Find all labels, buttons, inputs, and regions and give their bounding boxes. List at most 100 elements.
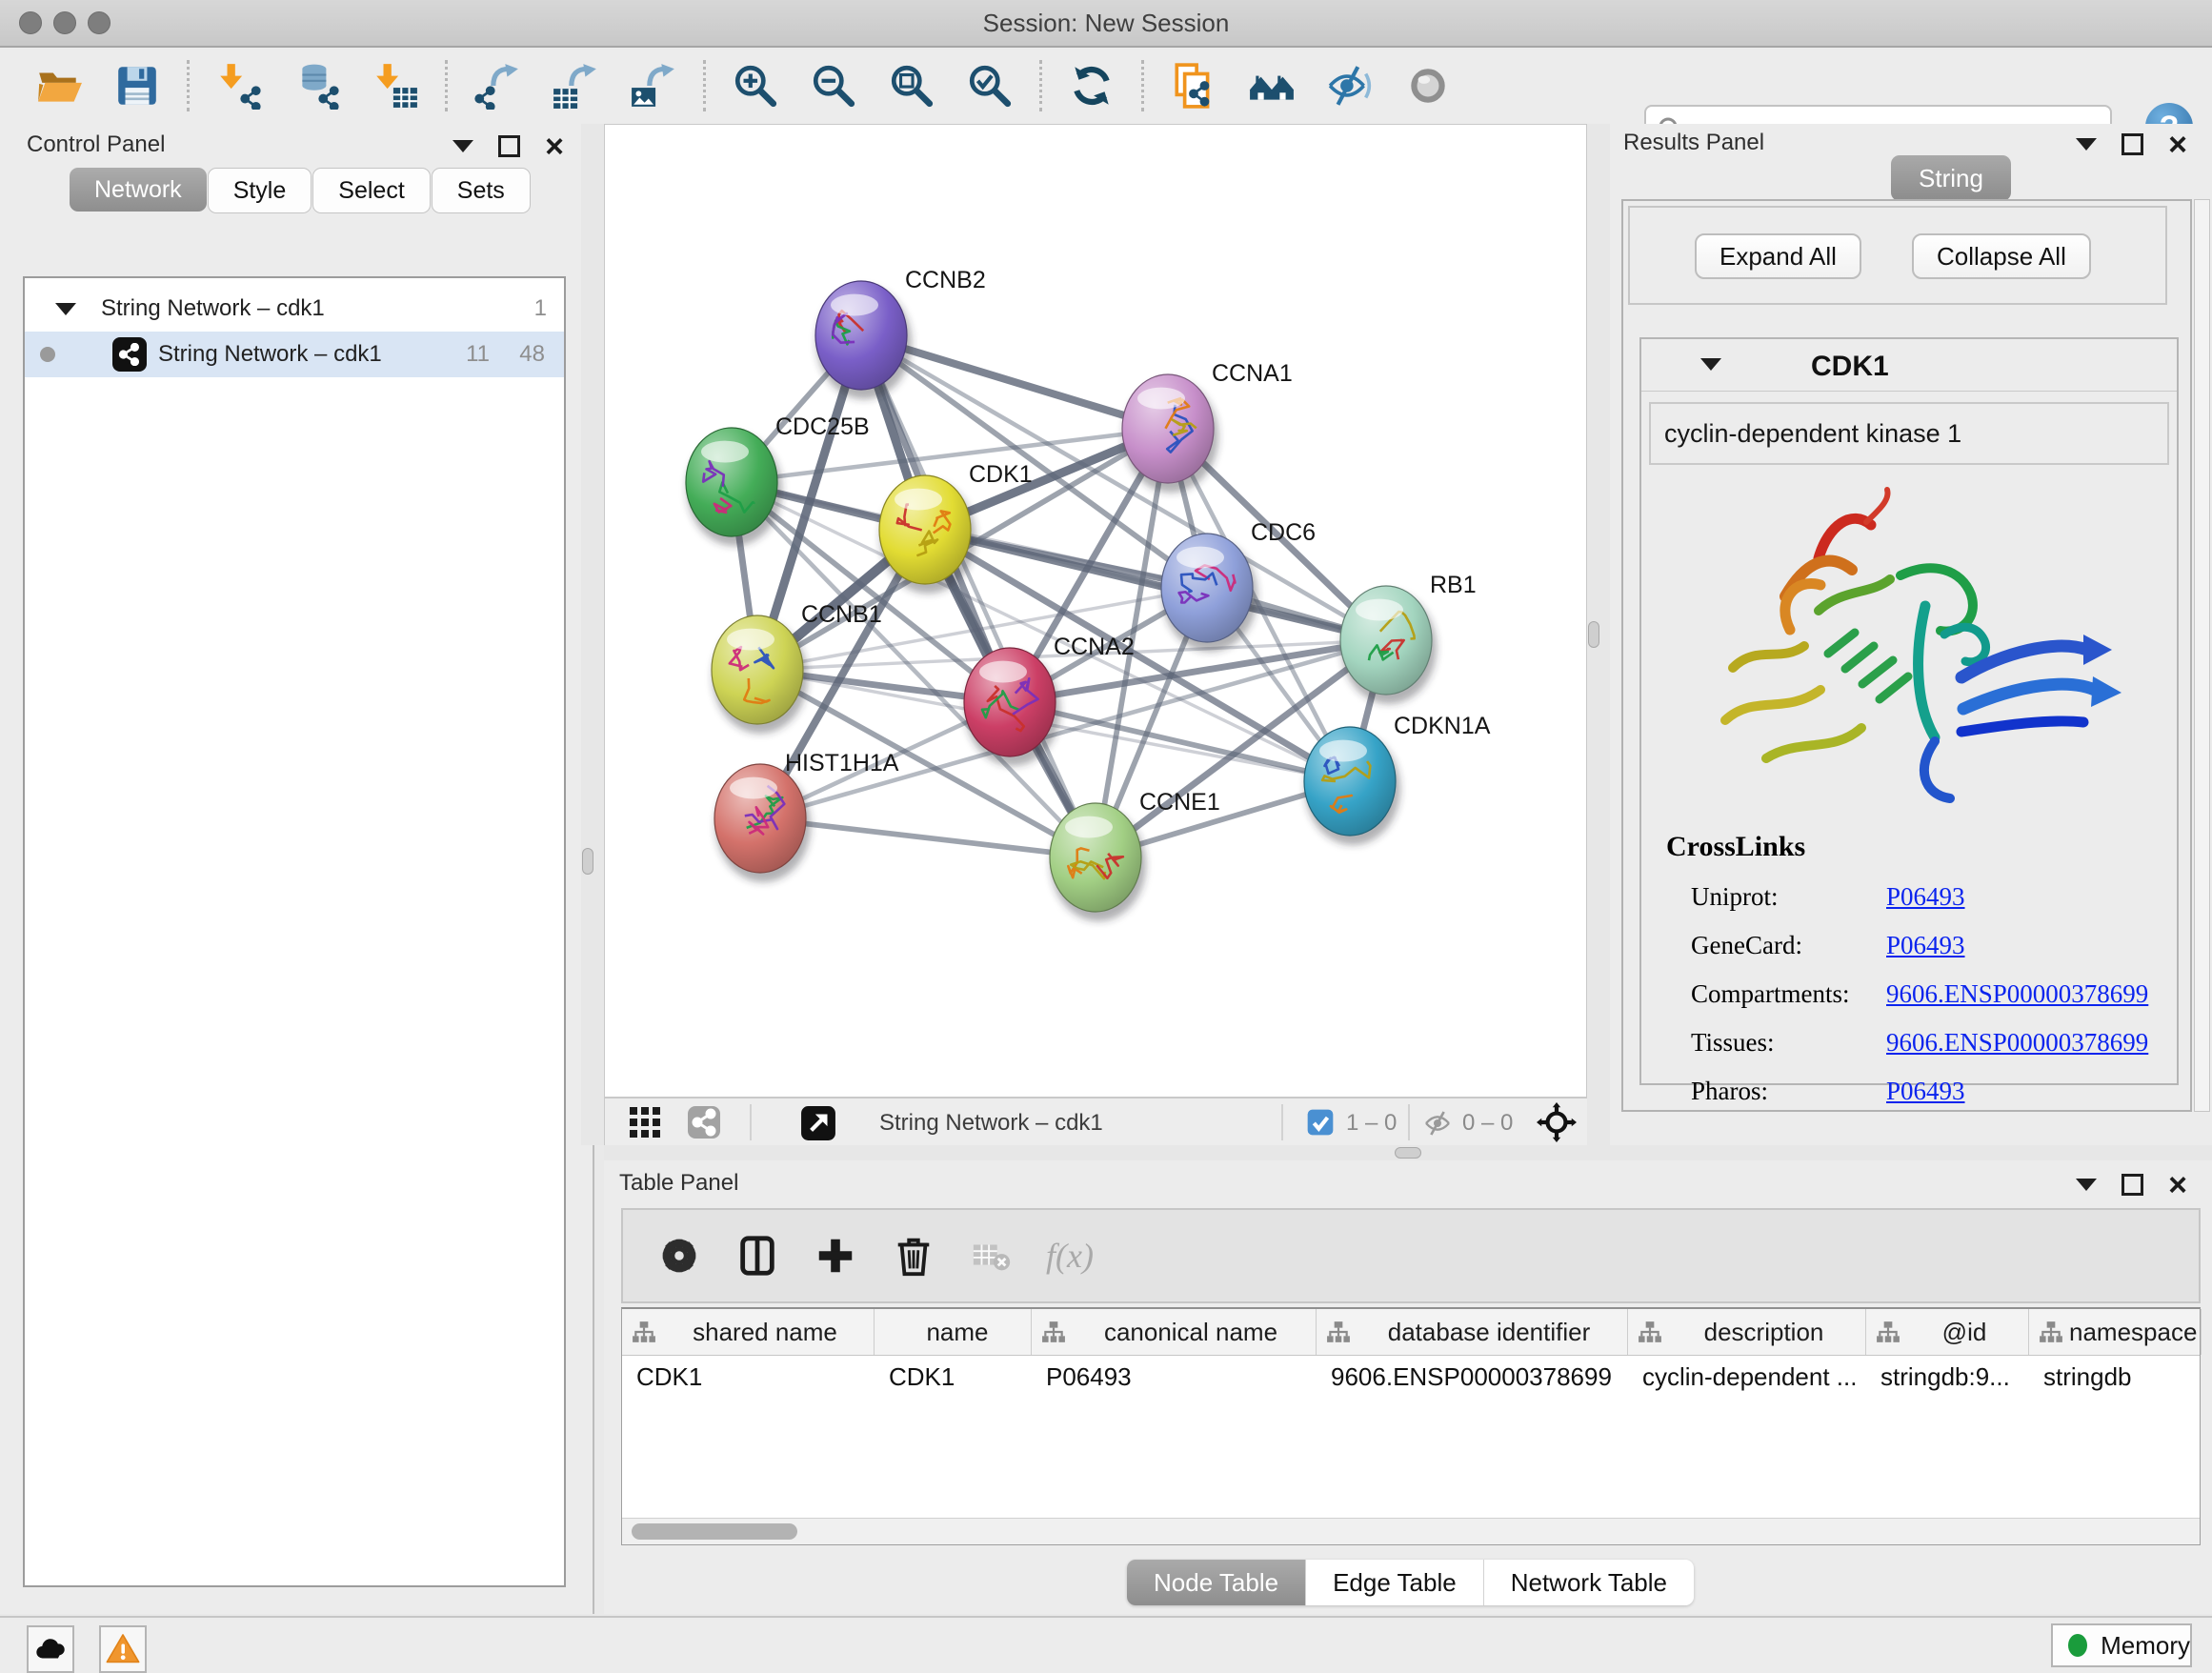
import-network-button[interactable] [212,59,266,112]
crosslink-link-pharos[interactable]: P06493 [1886,1077,1965,1106]
selected-checkbox-icon[interactable] [1306,1108,1335,1137]
cloud-button[interactable] [27,1625,74,1673]
column-label: namespace [2063,1318,2202,1347]
memory-button[interactable]: Memory [2051,1623,2192,1667]
network-view-toolbar: String Network – cdk1 1 – 0 0 – 0 [605,1097,1588,1147]
section-collapse-icon[interactable] [1700,358,1721,371]
cell-shared-name[interactable]: CDK1 [622,1362,875,1392]
zoom-out-button[interactable] [807,59,860,112]
control-panel-close-icon[interactable]: × [545,137,564,156]
control-panel-float-icon[interactable] [498,135,520,157]
splitter-handle[interactable] [1588,621,1599,648]
crosslink-link-tissues[interactable]: 9606.ENSP00000378699 [1886,1028,2148,1058]
export-table-button[interactable] [549,59,602,112]
table-panel-menu-icon[interactable] [2076,1179,2097,1191]
node-CCNA2[interactable] [964,648,1060,766]
window-minimize-button[interactable] [53,11,76,34]
zoom-in-button[interactable] [729,59,782,112]
import-database-button[interactable] [291,59,344,112]
cell-database-identifier[interactable]: 9606.ENSP00000378699 [1317,1362,1628,1392]
create-column-button[interactable] [734,1231,783,1280]
results-panel-float-icon[interactable] [2122,133,2143,155]
column-header-database-identifier[interactable]: database identifier [1317,1309,1628,1355]
expand-all-button[interactable]: Expand All [1695,233,1861,279]
node-CCNB2[interactable] [815,281,912,399]
cell-name[interactable]: CDK1 [875,1362,1032,1392]
edge-CDK1-RB1[interactable] [925,530,1386,640]
open-in-window-icon[interactable] [800,1105,836,1141]
control-panel-menu-icon[interactable] [452,140,473,152]
horizontal-splitter[interactable] [604,1145,2212,1160]
cell-namespace[interactable]: stringdb [2029,1362,2202,1392]
node-CDC25B[interactable] [686,428,782,546]
table-horizontal-scrollbar[interactable] [622,1518,2200,1544]
right-splitter[interactable] [1587,124,1610,1145]
tab-network[interactable]: Network [70,168,207,212]
network-collection-row[interactable]: String Network – cdk1 1 [25,286,564,332]
node-CDC6[interactable] [1161,534,1257,652]
tab-edge-table[interactable]: Edge Table [1306,1560,1484,1605]
tab-style[interactable]: Style [208,168,312,213]
node-RB1[interactable] [1340,586,1437,704]
node-CDK1[interactable] [879,475,975,594]
node-CDKN1A[interactable] [1304,727,1400,845]
table-panel-close-icon[interactable]: × [2168,1176,2187,1195]
import-table-button[interactable] [369,59,422,112]
window-close-button[interactable] [19,11,42,34]
fit-selected-crosshair-icon[interactable] [1537,1102,1577,1142]
crosslink-link-compartments[interactable]: 9606.ENSP00000378699 [1886,979,2148,1009]
birds-eye-view-icon[interactable] [628,1105,662,1139]
left-splitter[interactable] [581,124,604,1145]
zoom-fit-button[interactable] [885,59,938,112]
gene-section-header[interactable]: CDK1 [1641,339,2177,392]
window-zoom-button[interactable] [88,11,111,34]
results-panel-close-icon[interactable]: × [2168,135,2187,154]
splitter-handle[interactable] [582,848,593,875]
column-header-name[interactable]: name [875,1309,1032,1355]
tab-string[interactable]: String [1891,155,2011,201]
tab-network-table[interactable]: Network Table [1484,1560,1694,1605]
column-header-namespace[interactable]: namespace [2029,1309,2202,1355]
network-canvas[interactable]: CCNB2CCNA1CDC25BCDK1CDC6RB1CCNB1CCNA2CDK… [605,125,1586,1096]
node-CCNA1[interactable] [1122,374,1218,493]
results-panel-menu-icon[interactable] [2076,138,2097,151]
crosslink-link-genecard[interactable]: P06493 [1886,931,1965,960]
first-neighbors-button[interactable] [1245,59,1298,112]
delete-column-button[interactable] [890,1231,939,1280]
tree-expand-icon[interactable] [55,303,76,315]
column-header-canonical-name[interactable]: canonical name [1032,1309,1317,1355]
results-scrollbar[interactable] [2194,199,2210,1112]
tab-select[interactable]: Select [312,168,430,213]
column-header-description[interactable]: description [1628,1309,1866,1355]
cell-description[interactable]: cyclin-dependent ... [1628,1362,1866,1392]
collapse-all-button[interactable]: Collapse All [1912,233,2091,279]
warning-button[interactable] [99,1625,147,1673]
network-share-icon[interactable] [687,1105,721,1139]
table-options-button[interactable] [655,1231,705,1280]
table-row[interactable]: CDK1CDK1P064939606.ENSP00000378699cyclin… [622,1356,2200,1398]
column-header-shared-name[interactable]: shared name [622,1309,875,1355]
column-header-id[interactable]: @id [1866,1309,2029,1355]
node-HIST1H1A[interactable] [714,764,811,882]
crosslink-link-uniprot[interactable]: P06493 [1886,882,1965,912]
open-session-button[interactable] [32,59,86,112]
save-session-button[interactable] [111,59,164,112]
show-all-button[interactable] [1401,59,1455,112]
node-CCNE1[interactable] [1050,803,1146,921]
cell-canonical-name[interactable]: P06493 [1032,1362,1317,1392]
table-panel-float-icon[interactable] [2122,1174,2143,1196]
node-CCNB1[interactable] [712,615,808,734]
scrollbar-thumb[interactable] [632,1523,797,1540]
export-network-button[interactable] [471,59,524,112]
add-row-button[interactable] [812,1231,861,1280]
export-image-button[interactable] [627,59,680,112]
new-network-from-selection-button[interactable] [1167,59,1220,112]
network-row[interactable]: String Network – cdk1 11 48 [25,332,564,377]
tab-sets[interactable]: Sets [432,168,531,213]
refresh-button[interactable] [1065,59,1118,112]
splitter-handle[interactable] [1395,1147,1421,1159]
cell-id[interactable]: stringdb:9... [1866,1362,2029,1392]
hide-selection-button[interactable] [1323,59,1377,112]
zoom-selected-button[interactable] [963,59,1016,112]
tab-node-table[interactable]: Node Table [1127,1560,1306,1605]
